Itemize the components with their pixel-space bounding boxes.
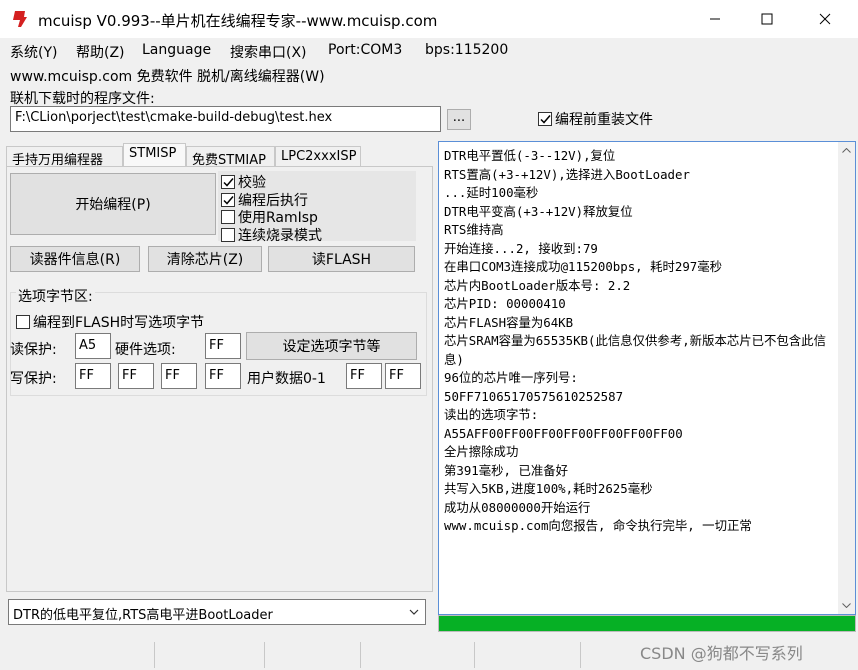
watermark-text: CSDN @狗都不写系列 xyxy=(640,644,803,663)
option-continuous-mode[interactable]: 连续烧录模式 xyxy=(221,225,322,245)
menu-bar: 系统(Y) 帮助(Z) Language 搜索串口(X) Port:COM3 b… xyxy=(0,40,858,62)
start-program-button[interactable]: 开始编程(P) xyxy=(10,173,216,235)
minimize-button[interactable] xyxy=(692,0,738,38)
maximize-icon xyxy=(761,13,773,25)
log-line: 开始连接...2, 接收到:79 xyxy=(444,240,598,256)
window-title: mcuisp V0.993--单片机在线编程专家--www.mcuisp.com xyxy=(38,12,438,30)
checkmark-icon xyxy=(222,177,234,187)
log-line: A55AFF00FF00FF00FF00FF00FF00FF00 xyxy=(444,425,683,441)
write-option-bytes-label: 编程到FLASH时写选项字节 xyxy=(33,315,205,331)
reload-file-label: 编程前重装文件 xyxy=(555,112,653,128)
log-line: www.mcuisp.com向您报告, 命令执行完毕, 一切正常 xyxy=(444,518,752,533)
log-lines: DTR电平置低(-3--12V),复位 RTS置高(+3-+12V),选择进入Bo… xyxy=(444,147,835,536)
hw-option-input[interactable]: FF xyxy=(205,333,241,359)
log-line: 芯片PID: 00000410 xyxy=(444,296,566,311)
log-line: DTR电平置低(-3--12V),复位 xyxy=(444,148,616,163)
tab-lpc2xxxisp[interactable]: LPC2xxxISP xyxy=(275,146,361,167)
title-bar: mcuisp V0.993--单片机在线编程专家--www.mcuisp.com xyxy=(0,0,858,38)
continuous-label: 连续烧录模式 xyxy=(238,228,322,244)
write-option-bytes-box[interactable] xyxy=(16,315,30,329)
user-data-label: 用户数据0-1 xyxy=(247,371,326,387)
chevron-down-icon[interactable] xyxy=(403,600,425,624)
log-line: RTS维持高 xyxy=(444,222,504,237)
tab-handheld-programmer[interactable]: 手持万用编程器 xyxy=(6,146,123,168)
log-line: DTR电平变高(+3-+12V)释放复位 xyxy=(444,203,633,219)
log-line: 全片擦除成功 xyxy=(444,444,519,459)
log-line: 96位的芯片唯一序列号: xyxy=(444,370,578,385)
log-line: 在串口COM3连接成功@115200bps, 耗时297毫秒 xyxy=(444,259,723,274)
log-line: 成功从08000000开始运行 xyxy=(444,499,591,515)
status-divider xyxy=(580,642,581,668)
progress-fill xyxy=(439,616,855,631)
verify-label: 校验 xyxy=(238,175,266,191)
user-data-input-0[interactable]: FF xyxy=(346,363,382,389)
mcuisp-app-icon xyxy=(13,11,27,27)
log-line: 芯片FLASH容量为64KB xyxy=(444,314,574,330)
file-path-input[interactable]: F:\CLion\porject\test\cmake-build-debug\… xyxy=(10,106,441,132)
browse-button[interactable]: ... xyxy=(447,109,471,130)
read-protect-label: 读保护: xyxy=(10,342,57,358)
reset-mode-value: DTR的低电平复位,RTS高电平进BootLoader xyxy=(13,608,273,623)
file-label: 联机下载时的程序文件: xyxy=(10,91,155,107)
status-divider xyxy=(360,642,361,668)
write-protect-input-3[interactable]: FF xyxy=(205,363,241,389)
menu-search-port[interactable]: 搜索串口(X) xyxy=(230,42,307,62)
menu-language[interactable]: Language xyxy=(142,42,211,58)
log-line: RTS置高(+3-+12V),选择进入BootLoader xyxy=(444,166,690,182)
reload-file-checkbox[interactable]: 编程前重装文件 xyxy=(538,109,653,129)
menu-port[interactable]: Port:COM3 xyxy=(328,42,402,58)
ramisp-label: 使用RamIsp xyxy=(238,210,318,226)
close-icon xyxy=(819,13,831,25)
log-line: 50FF71065170575610252587 xyxy=(444,388,624,404)
log-line: 第391毫秒, 已准备好 xyxy=(444,462,569,478)
tab-stmisp[interactable]: STMISP xyxy=(123,143,186,168)
log-line: 芯片SRAM容量为65535KB(此信息仅供参考,新版本芯片已不包含此信息) xyxy=(444,333,826,367)
read-device-info-button[interactable]: 读器件信息(R) xyxy=(10,246,140,272)
hw-option-label: 硬件选项: xyxy=(115,342,176,358)
option-verify[interactable]: 校验 xyxy=(221,172,266,192)
status-divider xyxy=(474,642,475,668)
minimize-icon xyxy=(710,18,720,20)
log-output[interactable]: DTR电平置低(-3--12V),复位 RTS置高(+3-+12V),选择进入Bo… xyxy=(438,141,856,615)
read-protect-input[interactable]: A5 xyxy=(75,333,111,359)
option-use-ramisp[interactable]: 使用RamIsp xyxy=(221,207,318,227)
status-divider xyxy=(264,642,265,668)
read-flash-button[interactable]: 读FLASH xyxy=(268,246,415,272)
menu-help[interactable]: 帮助(Z) xyxy=(76,42,125,62)
log-scrollbar[interactable] xyxy=(838,142,855,614)
log-line: ...延时100毫秒 xyxy=(444,185,539,200)
write-protect-input-0[interactable]: FF xyxy=(75,363,111,389)
log-line: 读出的选项字节: xyxy=(444,407,539,422)
write-protect-input-2[interactable]: FF xyxy=(161,363,197,389)
erase-chip-button[interactable]: 清除芯片(Z) xyxy=(148,246,262,272)
checkmark-icon xyxy=(222,195,234,205)
progress-bar xyxy=(438,615,856,632)
reload-checkbox-box[interactable] xyxy=(538,112,552,126)
write-protect-input-1[interactable]: FF xyxy=(118,363,154,389)
write-protect-label: 写保护: xyxy=(10,371,57,387)
verify-checkbox[interactable] xyxy=(221,175,235,189)
run-after-checkbox[interactable] xyxy=(221,193,235,207)
checkmark-icon xyxy=(539,114,551,124)
tab-free-stmiap[interactable]: 免费STMIAP xyxy=(186,146,275,168)
scroll-down-icon[interactable] xyxy=(838,597,855,614)
scroll-up-icon[interactable] xyxy=(838,142,855,159)
ramisp-checkbox[interactable] xyxy=(221,210,235,224)
option-bytes-title: 选项字节区: xyxy=(16,286,95,306)
set-option-bytes-button[interactable]: 设定选项字节等 xyxy=(246,332,417,360)
maximize-button[interactable] xyxy=(744,0,790,38)
status-divider xyxy=(154,642,155,668)
menu-system[interactable]: 系统(Y) xyxy=(10,42,57,62)
menu-bps[interactable]: bps:115200 xyxy=(425,42,508,58)
user-data-input-1[interactable]: FF xyxy=(385,363,421,389)
write-option-bytes-checkbox[interactable]: 编程到FLASH时写选项字节 xyxy=(16,312,204,332)
close-button[interactable] xyxy=(802,0,848,38)
continuous-checkbox[interactable] xyxy=(221,228,235,242)
log-line: 共写入5KB,进度100%,耗时2625毫秒 xyxy=(444,481,653,496)
menu-offline-programmer[interactable]: www.mcuisp.com 免费软件 脱机/离线编程器(W) xyxy=(10,66,325,86)
log-line: 芯片内BootLoader版本号: 2.2 xyxy=(444,277,631,293)
reset-mode-select[interactable]: DTR的低电平复位,RTS高电平进BootLoader xyxy=(8,599,426,625)
